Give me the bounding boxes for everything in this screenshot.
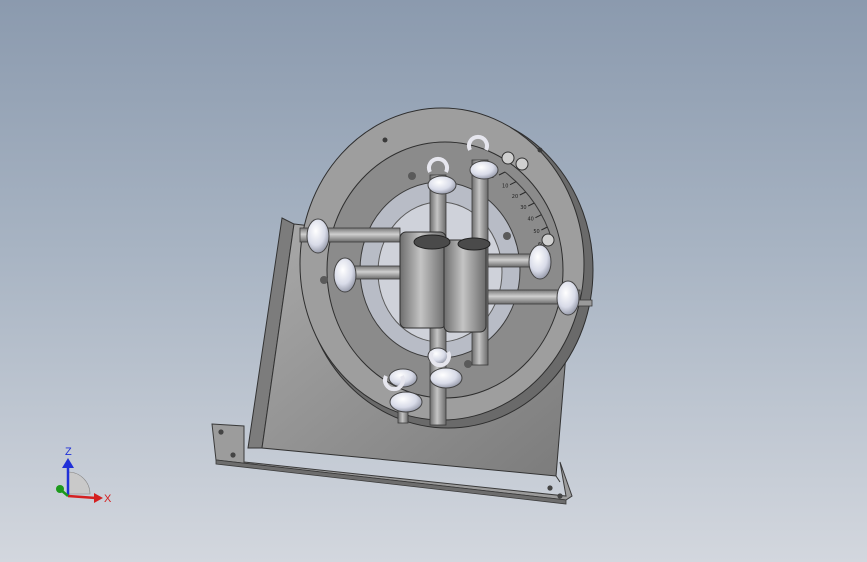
y-axis-arrow bbox=[56, 485, 69, 497]
orientation-triad[interactable]: Z X bbox=[48, 444, 118, 514]
x-axis-arrow bbox=[67, 493, 103, 503]
scale-tick-label: 40 bbox=[527, 217, 533, 223]
scale-tick-label: 30 bbox=[520, 205, 526, 211]
center-hub[interactable] bbox=[399, 231, 491, 333]
scale-tick-label: 50 bbox=[533, 229, 539, 235]
scale-tick-label: 20 bbox=[512, 194, 518, 200]
3d-model[interactable]: 0102030405060 bbox=[0, 0, 867, 562]
z-axis-label: Z bbox=[65, 446, 72, 458]
graphics-viewport[interactable]: 0102030405060 bbox=[0, 0, 867, 562]
scale-tick-label: 10 bbox=[502, 184, 508, 190]
triad-plane bbox=[67, 471, 91, 495]
x-axis-label: X bbox=[104, 493, 112, 505]
